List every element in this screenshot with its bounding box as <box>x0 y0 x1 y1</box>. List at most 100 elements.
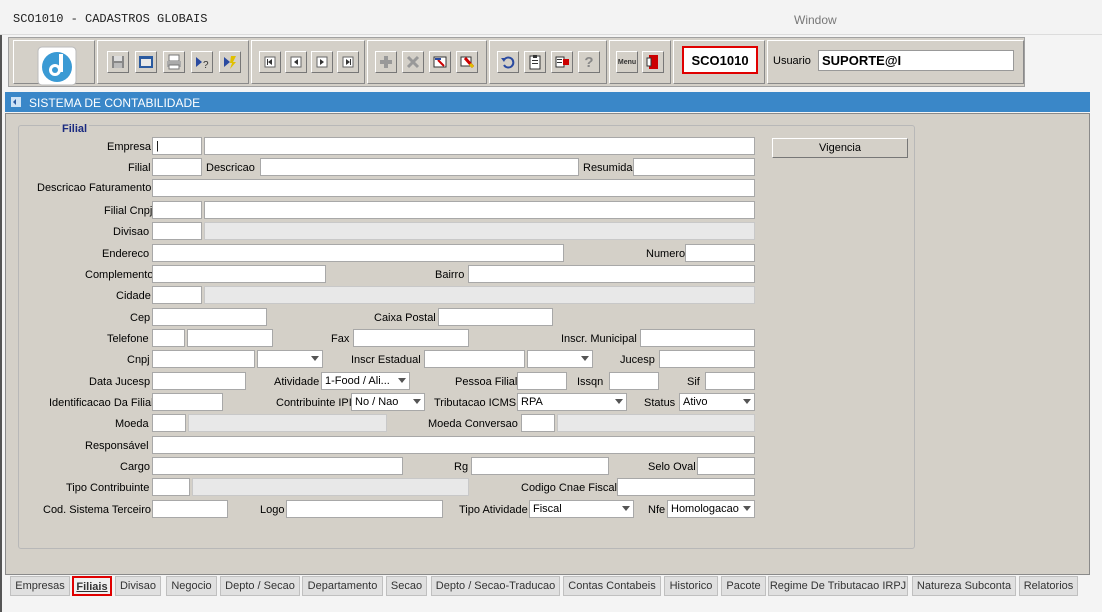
empresa-code-field[interactable]: | <box>152 137 202 155</box>
menu-icon[interactable]: Menu <box>616 51 638 73</box>
save-icon[interactable] <box>107 51 129 73</box>
numero-label: Numero <box>646 248 686 260</box>
filial-cnpj-label: Filial Cnpj <box>104 205 153 217</box>
exit-icon[interactable] <box>642 51 664 73</box>
last-record-icon[interactable] <box>337 51 359 73</box>
nfe-select[interactable]: Homologacao <box>667 500 755 518</box>
contribuinte-ipi-select[interactable]: No / Nao <box>351 393 425 411</box>
numero-field[interactable] <box>685 244 755 262</box>
caixa-postal-field[interactable] <box>438 308 553 326</box>
tab-contas-contabeis[interactable]: Contas Contabeis <box>563 576 661 596</box>
cidade-code-field[interactable] <box>152 286 202 304</box>
tab-filiais[interactable]: Filiais <box>72 576 112 596</box>
descricao-field[interactable] <box>260 158 579 176</box>
empresa-label: Empresa <box>107 141 152 153</box>
cep-field[interactable] <box>152 308 267 326</box>
cargo-field[interactable] <box>152 457 403 475</box>
inscr-estadual-field[interactable] <box>424 350 525 368</box>
logo-field[interactable] <box>286 500 443 518</box>
tab-depto-secao-traducao[interactable]: Depto / Secao-Traducao <box>431 576 560 596</box>
selo-oval-field[interactable] <box>697 457 755 475</box>
tab-pacote[interactable]: Pacote <box>721 576 766 596</box>
jucesp-field[interactable] <box>659 350 755 368</box>
pessoa-filial-label: Pessoa Filial <box>455 376 518 388</box>
toolbar-group-records <box>367 40 487 84</box>
pessoa-filial-field[interactable] <box>517 372 567 390</box>
tab-natureza-subconta[interactable]: Natureza Subconta <box>912 576 1016 596</box>
delete-record-icon[interactable] <box>402 51 424 73</box>
telefone-ddd-field[interactable] <box>152 329 185 347</box>
status-select[interactable]: Ativo <box>679 393 755 411</box>
user-label: Usuario <box>773 55 811 67</box>
execute-query-icon[interactable] <box>219 51 241 73</box>
data-jucesp-field[interactable] <box>152 372 246 390</box>
clipboard-icon[interactable] <box>524 51 546 73</box>
sif-field[interactable] <box>705 372 755 390</box>
atividade-select[interactable]: 1-Food / Ali... <box>321 372 410 390</box>
tab-relatorios[interactable]: Relatorios <box>1019 576 1078 596</box>
undo-icon[interactable] <box>497 51 519 73</box>
moeda-conversao-code-field[interactable] <box>521 414 555 432</box>
responsavel-field[interactable] <box>152 436 755 454</box>
descricao-faturamento-label: Descricao Faturamento <box>37 182 152 194</box>
bairro-field[interactable] <box>468 265 755 283</box>
tipo-atividade-select[interactable]: Fiscal <box>529 500 634 518</box>
insert-record-icon[interactable] <box>375 51 397 73</box>
atividade-value: 1-Food / Ali... <box>325 375 390 387</box>
endereco-field[interactable] <box>152 244 564 262</box>
tab-regime-tributacao-irpj[interactable]: Regime De Tributacao IRPJ <box>768 576 908 596</box>
descricao-faturamento-field[interactable] <box>152 179 755 197</box>
tab-secao[interactable]: Secao <box>386 576 427 596</box>
first-record-icon[interactable] <box>259 51 281 73</box>
issqn-label: Issqn <box>577 376 604 388</box>
complemento-field[interactable] <box>152 265 326 283</box>
contribuinte-ipi-value: No / Nao <box>355 396 399 408</box>
tab-empresas[interactable]: Empresas <box>10 576 70 596</box>
list-values-icon[interactable] <box>551 51 573 73</box>
help-icon[interactable]: ? <box>578 51 600 73</box>
system-header: SISTEMA DE CONTABILIDADE <box>5 92 1090 112</box>
tab-departamento[interactable]: Departamento <box>302 576 383 596</box>
inscr-estadual-type-select[interactable] <box>527 350 593 368</box>
inscr-estadual-label: Inscr Estadual <box>351 354 421 366</box>
tributacao-icms-select[interactable]: RPA <box>517 393 627 411</box>
cod-sistema-terceiro-field[interactable] <box>152 500 228 518</box>
tab-divisao[interactable]: Divisao <box>115 576 161 596</box>
window-menu[interactable]: Window <box>794 13 837 27</box>
issqn-field[interactable] <box>609 372 659 390</box>
filial-cnpj-code-field[interactable] <box>152 201 202 219</box>
cnpj-field[interactable] <box>152 350 255 368</box>
filial-cnpj-name-field[interactable] <box>204 201 755 219</box>
moeda-code-field[interactable] <box>152 414 186 432</box>
cargo-label: Cargo <box>120 461 150 473</box>
tipo-atividade-label: Tipo Atividade <box>459 504 528 516</box>
clear-record-icon[interactable] <box>456 51 478 73</box>
vigencia-button[interactable]: Vigencia <box>772 138 908 158</box>
rg-field[interactable] <box>471 457 609 475</box>
tab-historico[interactable]: Historico <box>664 576 718 596</box>
user-field[interactable]: SUPORTE@I <box>818 50 1014 71</box>
fax-label: Fax <box>331 333 350 345</box>
previous-record-icon[interactable] <box>285 51 307 73</box>
next-record-icon[interactable] <box>311 51 333 73</box>
codigo-cnae-fiscal-field[interactable] <box>617 478 755 496</box>
inscr-municipal-field[interactable] <box>640 329 755 347</box>
resumida-field[interactable] <box>633 158 755 176</box>
moeda-conversao-label: Moeda Conversao <box>428 418 518 430</box>
edit-record-icon[interactable] <box>429 51 451 73</box>
query-icon[interactable]: ? <box>191 51 213 73</box>
telefone-field[interactable] <box>187 329 273 347</box>
tipo-contribuinte-code-field[interactable] <box>152 478 190 496</box>
filial-field[interactable] <box>152 158 202 176</box>
window-icon[interactable] <box>135 51 157 73</box>
toolbar-group-exit: Menu <box>609 40 671 84</box>
print-icon[interactable] <box>163 51 185 73</box>
divisao-code-field[interactable] <box>152 222 202 240</box>
empresa-name-field[interactable] <box>204 137 755 155</box>
tab-depto-secao[interactable]: Depto / Secao <box>220 576 300 596</box>
tab-negocio[interactable]: Negocio <box>166 576 217 596</box>
identificacao-filial-field[interactable] <box>152 393 223 411</box>
atividade-label: Atividade <box>274 376 320 388</box>
cnpj-type-select[interactable] <box>257 350 323 368</box>
fax-field[interactable] <box>353 329 469 347</box>
